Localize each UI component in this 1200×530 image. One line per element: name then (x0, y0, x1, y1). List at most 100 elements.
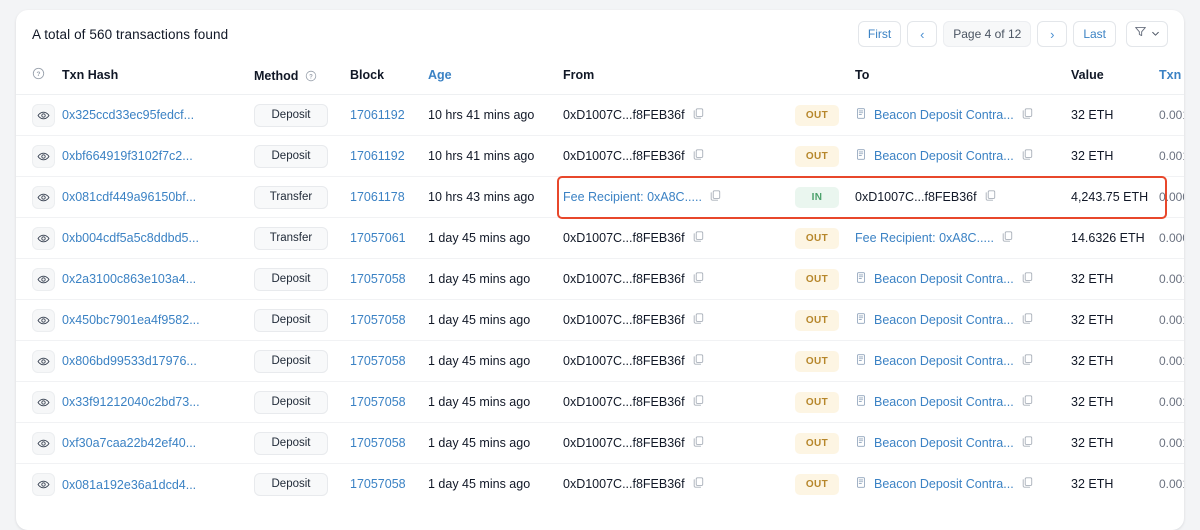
row-block-link[interactable]: 17057058 (350, 272, 406, 286)
column-header-value: Value (1071, 58, 1159, 95)
method-badge[interactable]: Transfer (254, 226, 328, 250)
copy-icon[interactable] (1021, 394, 1034, 410)
row-to-cell: Beacon Deposit Contra... (855, 340, 1071, 382)
row-block-link[interactable]: 17057058 (350, 477, 406, 491)
row-to-link[interactable]: Beacon Deposit Contra... (874, 313, 1014, 327)
method-badge[interactable]: Deposit (254, 144, 328, 168)
chevron-down-icon (1151, 25, 1160, 43)
row-fee-value: 0.00047133 (1159, 231, 1184, 245)
row-block-link[interactable]: 17057058 (350, 313, 406, 327)
eye-icon[interactable] (32, 308, 55, 332)
row-to-link[interactable]: Beacon Deposit Contra... (874, 272, 1014, 286)
row-block-link[interactable]: 17061178 (350, 190, 405, 204)
row-to-cell: Beacon Deposit Contra... (855, 299, 1071, 341)
row-block-link[interactable]: 17057058 (350, 436, 406, 450)
eye-icon[interactable] (32, 144, 55, 168)
copy-icon[interactable] (984, 189, 997, 205)
row-block-link[interactable]: 17057061 (350, 231, 406, 245)
row-value-cell: 32 ETH (1071, 422, 1159, 464)
column-header-age[interactable]: Age (428, 58, 563, 95)
method-badge[interactable]: Deposit (254, 390, 328, 414)
copy-icon[interactable] (1021, 271, 1034, 287)
row-txn-hash-link[interactable]: 0x325ccd33ec95fedcf... (62, 108, 194, 122)
row-fee-value: 0.00144503 (1159, 108, 1184, 122)
copy-icon[interactable] (692, 394, 705, 410)
row-age-cell: 10 hrs 41 mins ago (428, 135, 563, 177)
row-to-link[interactable]: Beacon Deposit Contra... (874, 477, 1014, 491)
eye-icon[interactable] (32, 103, 55, 127)
filter-button[interactable] (1126, 21, 1168, 47)
row-block-cell: 17061192 (350, 94, 428, 136)
eye-icon[interactable] (32, 226, 55, 250)
copy-icon[interactable] (692, 271, 705, 287)
row-age-cell: 1 day 45 mins ago (428, 340, 563, 382)
row-to-link[interactable]: Beacon Deposit Contra... (874, 149, 1014, 163)
pagination-first-button[interactable]: First (857, 21, 902, 47)
copy-icon[interactable] (1021, 148, 1034, 164)
method-badge[interactable]: Deposit (254, 349, 328, 373)
pagination-next-button[interactable]: › (1037, 21, 1068, 47)
row-block-link[interactable]: 17061192 (350, 108, 405, 122)
row-txn-hash-link[interactable]: 0x450bc7901ea4f9582... (62, 313, 200, 327)
copy-icon[interactable] (692, 312, 705, 328)
copy-icon[interactable] (692, 353, 705, 369)
row-txn-hash-link[interactable]: 0xf30a7caa22b42ef40... (62, 436, 196, 450)
row-direction-cell: OUT (795, 464, 855, 505)
row-value-cell: 32 ETH (1071, 299, 1159, 341)
row-to-link[interactable]: Beacon Deposit Contra... (874, 108, 1014, 122)
copy-icon[interactable] (1021, 107, 1034, 123)
help-circle-icon[interactable]: ? (32, 67, 45, 83)
row-to-link[interactable]: Beacon Deposit Contra... (874, 354, 1014, 368)
method-help-icon[interactable]: ? (305, 70, 317, 85)
method-badge[interactable]: Transfer (254, 185, 328, 209)
copy-icon[interactable] (1001, 230, 1014, 246)
row-to-link[interactable]: Beacon Deposit Contra... (874, 436, 1014, 450)
pagination-page-indicator: Page 4 of 12 (943, 21, 1032, 47)
row-to-link[interactable]: Beacon Deposit Contra... (874, 395, 1014, 409)
row-block-link[interactable]: 17061192 (350, 149, 405, 163)
eye-icon[interactable] (32, 431, 55, 455)
copy-icon[interactable] (692, 435, 705, 451)
column-header-txn-fee[interactable]: Txn Fee (1159, 58, 1184, 95)
row-to-link[interactable]: Fee Recipient: 0xA8C..... (855, 231, 994, 245)
row-txn-hash-link[interactable]: 0x33f91212040c2bd73... (62, 395, 200, 409)
row-txn-hash-link[interactable]: 0x2a3100c863e103a4... (62, 272, 196, 286)
copy-icon[interactable] (692, 476, 705, 492)
table-row: 0xf30a7caa22b42ef40... Deposit 17057058 1 d… (16, 422, 1184, 464)
row-txn-hash-link[interactable]: 0x081cdf449a96150bf... (62, 190, 196, 204)
row-txn-hash-link[interactable]: 0x081a192e36a1dcd4... (62, 478, 196, 492)
row-txn-hash-cell: 0xf30a7caa22b42ef40... (62, 422, 254, 464)
row-from-link[interactable]: Fee Recipient: 0xA8C..... (563, 190, 702, 204)
row-block-link[interactable]: 17057058 (350, 395, 406, 409)
copy-icon[interactable] (1021, 476, 1034, 492)
column-header-to: To (855, 58, 1071, 95)
copy-icon[interactable] (692, 230, 705, 246)
pagination-last-button[interactable]: Last (1073, 21, 1116, 47)
row-block-cell: 17057058 (350, 258, 428, 300)
row-direction-cell: OUT (795, 422, 855, 464)
method-badge[interactable]: Deposit (254, 308, 328, 332)
row-txn-hash-link[interactable]: 0xb004cdf5a5c8ddbd5... (62, 231, 199, 245)
copy-icon[interactable] (1021, 353, 1034, 369)
eye-icon[interactable] (32, 349, 55, 373)
eye-icon[interactable] (32, 267, 55, 291)
pagination-prev-button[interactable]: ‹ (907, 21, 938, 47)
method-badge[interactable]: Deposit (254, 267, 328, 291)
method-badge[interactable]: Deposit (254, 472, 328, 496)
row-to-cell: Beacon Deposit Contra... (855, 422, 1071, 464)
method-badge[interactable]: Deposit (254, 103, 328, 127)
copy-icon[interactable] (692, 107, 705, 123)
copy-icon[interactable] (692, 148, 705, 164)
row-txn-hash-link[interactable]: 0x806bd99533d17976... (62, 354, 197, 368)
copy-icon[interactable] (1021, 435, 1034, 451)
eye-icon[interactable] (32, 472, 55, 496)
eye-icon[interactable] (32, 390, 55, 414)
row-txn-hash-link[interactable]: 0xbf664919f3102f7c2... (62, 149, 193, 163)
method-badge[interactable]: Deposit (254, 431, 328, 455)
direction-badge: OUT (795, 268, 839, 290)
copy-icon[interactable] (1021, 312, 1034, 328)
copy-icon[interactable] (709, 189, 722, 205)
row-fee-value: 0.00167864 (1159, 395, 1184, 409)
row-block-link[interactable]: 17057058 (350, 354, 406, 368)
eye-icon[interactable] (32, 185, 55, 209)
